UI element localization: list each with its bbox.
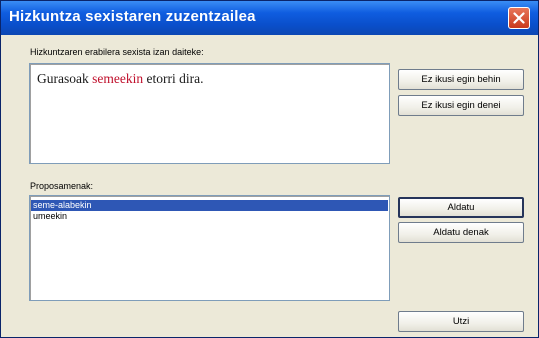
context-sentence: Gurasoak semeekin etorri dira.: [37, 71, 203, 87]
dialog-window: Hizkuntza sexistaren zuzentzailea Hizkun…: [0, 0, 539, 338]
change-all-button[interactable]: Aldatu denak: [398, 222, 524, 243]
ignore-always-button[interactable]: Ez ikusi egin denei: [398, 95, 524, 116]
context-label: Hizkuntzaren erabilera sexista izan dait…: [30, 47, 204, 57]
change-button[interactable]: Aldatu: [398, 197, 524, 218]
context-textbox[interactable]: Gurasoak semeekin etorri dira.: [29, 63, 390, 164]
window-title: Hizkuntza sexistaren zuzentzailea: [9, 8, 256, 25]
close-window-button[interactable]: [508, 7, 530, 29]
close-button[interactable]: Utzi: [398, 311, 524, 332]
suggestion-item-selected[interactable]: seme-alabekin: [31, 200, 388, 211]
title-bar[interactable]: Hizkuntza sexistaren zuzentzailea: [1, 1, 538, 35]
ignore-once-button[interactable]: Ez ikusi egin behin: [398, 69, 524, 90]
suggestions-listbox[interactable]: seme-alabekin umeekin: [29, 195, 390, 301]
suggestion-item[interactable]: umeekin: [31, 211, 388, 222]
suggestions-label: Proposamenak:: [30, 181, 94, 191]
close-icon: [513, 12, 525, 24]
flagged-word: semeekin: [92, 71, 144, 86]
sentence-before: Gurasoak: [37, 71, 93, 86]
sentence-after: etorri dira.: [143, 71, 204, 86]
